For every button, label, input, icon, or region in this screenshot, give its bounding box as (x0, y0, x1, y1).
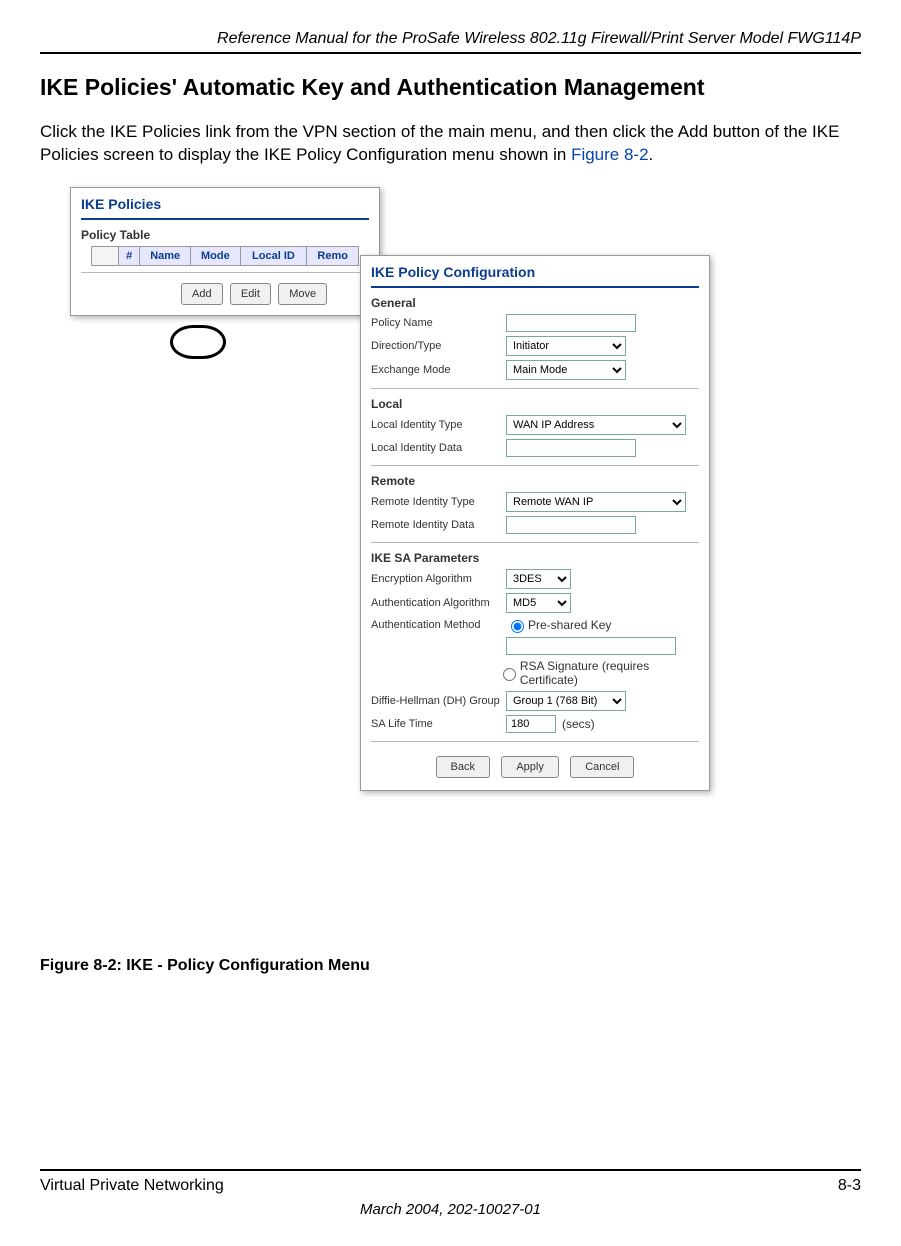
exchange-select[interactable]: Main Mode (506, 360, 626, 380)
col-mode: Mode (191, 246, 240, 265)
local-data-label: Local Identity Data (371, 442, 506, 454)
panel-rule (371, 286, 699, 288)
remote-data-label: Remote Identity Data (371, 519, 506, 531)
life-input[interactable] (506, 715, 556, 733)
dh-label: Diffie-Hellman (DH) Group (371, 695, 506, 707)
add-button[interactable]: Add (181, 283, 223, 305)
ike-policies-title: IKE Policies (71, 188, 379, 216)
apply-button[interactable]: Apply (501, 756, 559, 778)
header-rule (40, 52, 861, 54)
policy-name-input[interactable] (506, 314, 636, 332)
page-footer: Virtual Private Networking 8-3 March 200… (40, 1169, 861, 1218)
move-button[interactable]: Move (278, 283, 327, 305)
psk-input[interactable] (506, 637, 676, 655)
footer-date: March 2004, 202-10027-01 (40, 1201, 861, 1218)
authmethod-label: Authentication Method (371, 619, 506, 631)
section-heading: IKE Policies' Automatic Key and Authenti… (40, 74, 861, 101)
intro-text-b: . (649, 145, 654, 164)
figure-link[interactable]: Figure 8-2 (571, 145, 648, 164)
intro-text-a: Click the IKE Policies link from the VPN… (40, 122, 839, 164)
panel-rule (81, 218, 369, 220)
add-highlight-annotation (170, 325, 226, 359)
figure-caption: Figure 8-2: IKE - Policy Configuration M… (40, 957, 861, 975)
rsa-label: RSA Signature (requires Certificate) (520, 659, 699, 687)
figure-area: IKE Policies Policy Table # Name Mode Lo… (70, 187, 710, 947)
rsa-radio[interactable] (503, 668, 516, 681)
policy-name-label: Policy Name (371, 317, 506, 329)
general-heading: General (371, 296, 699, 310)
back-button[interactable]: Back (436, 756, 490, 778)
remote-type-label: Remote Identity Type (371, 496, 506, 508)
psk-label: Pre-shared Key (528, 618, 611, 632)
direction-label: Direction/Type (371, 340, 506, 352)
local-type-label: Local Identity Type (371, 419, 506, 431)
intro-paragraph: Click the IKE Policies link from the VPN… (40, 121, 861, 167)
ike-config-panel: IKE Policy Configuration General Policy … (360, 255, 710, 791)
config-title: IKE Policy Configuration (361, 256, 709, 284)
policy-table-label: Policy Table (81, 228, 369, 242)
col-blank (92, 246, 119, 265)
enc-label: Encryption Algorithm (371, 573, 506, 585)
sa-heading: IKE SA Parameters (371, 551, 699, 565)
psk-radio[interactable] (511, 620, 524, 633)
life-label: SA Life Time (371, 718, 506, 730)
enc-select[interactable]: 3DES (506, 569, 571, 589)
ike-policies-panel: IKE Policies Policy Table # Name Mode Lo… (70, 187, 380, 316)
remote-data-input[interactable] (506, 516, 636, 534)
authalg-select[interactable]: MD5 (506, 593, 571, 613)
dh-select[interactable]: Group 1 (768 Bit) (506, 691, 626, 711)
running-header: Reference Manual for the ProSafe Wireles… (40, 30, 861, 48)
footer-left: Virtual Private Networking (40, 1177, 224, 1195)
local-heading: Local (371, 397, 699, 411)
direction-select[interactable]: Initiator (506, 336, 626, 356)
local-type-select[interactable]: WAN IP Address (506, 415, 686, 435)
cancel-button[interactable]: Cancel (570, 756, 634, 778)
policy-table: # Name Mode Local ID Remo (91, 246, 359, 266)
col-num: # (119, 246, 140, 265)
remote-heading: Remote (371, 474, 699, 488)
life-unit: (secs) (562, 717, 595, 731)
edit-button[interactable]: Edit (230, 283, 271, 305)
local-data-input[interactable] (506, 439, 636, 457)
col-local: Local ID (240, 246, 307, 265)
col-remote: Remo (307, 246, 359, 265)
exchange-label: Exchange Mode (371, 364, 506, 376)
col-name: Name (140, 246, 191, 265)
remote-type-select[interactable]: Remote WAN IP (506, 492, 686, 512)
authalg-label: Authentication Algorithm (371, 597, 506, 609)
footer-right: 8-3 (838, 1177, 861, 1195)
